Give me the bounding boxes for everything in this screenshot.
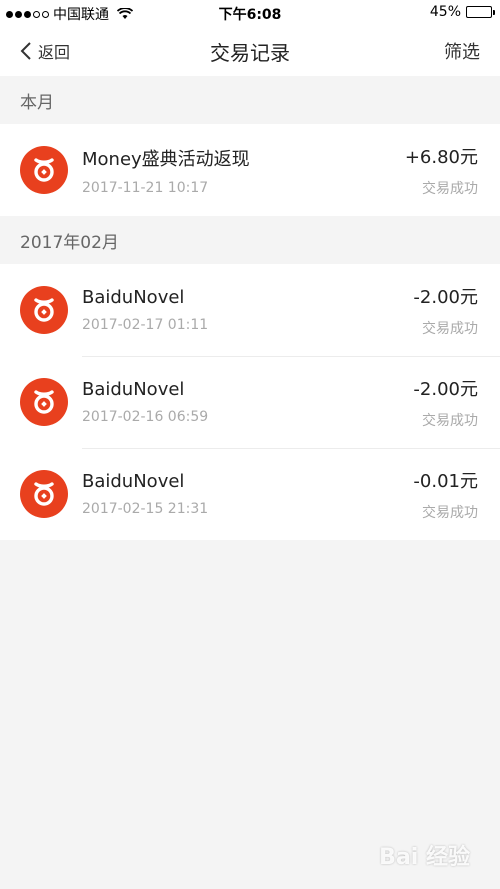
section-list: Money盛典活动返现 2017-11-21 10:17 +6.80元 交易成功 [0, 124, 500, 216]
status-bar: 中国联通 下午6:08 45% [0, 0, 500, 26]
baidu-wallet-logo-icon [34, 158, 54, 182]
transaction-row[interactable]: Money盛典活动返现 2017-11-21 10:17 +6.80元 交易成功 [0, 124, 500, 216]
baidu-wallet-logo-icon [34, 482, 54, 506]
row-main: BaiduNovel 2017-02-15 21:31 [82, 471, 413, 517]
section-header: 本月 [0, 76, 500, 124]
watermark: Bai 经验 [379, 845, 470, 870]
baidu-wallet-logo-icon [34, 298, 54, 322]
transaction-time: 2017-11-21 10:17 [82, 179, 209, 196]
status-time: 下午6:08 [218, 7, 282, 23]
transaction-status: 交易成功 [422, 320, 478, 337]
row-side: -2.00元 交易成功 [413, 375, 478, 430]
transaction-title: BaiduNovel [82, 379, 185, 400]
row-main: BaiduNovel 2017-02-17 01:11 [82, 287, 413, 333]
app-icon [20, 378, 68, 426]
transaction-time: 2017-02-16 06:59 [82, 409, 209, 425]
app-icon [20, 146, 68, 194]
status-right: 45% [429, 4, 495, 20]
row-side: -2.00元 交易成功 [413, 283, 478, 338]
transaction-amount: -2.00元 [413, 286, 478, 308]
row-main: BaiduNovel 2017-02-16 06:59 [82, 379, 413, 425]
transaction-status: 交易成功 [422, 412, 478, 429]
battery-icon [466, 6, 495, 18]
transaction-amount: -0.01元 [413, 470, 478, 492]
transaction-title: BaiduNovel [82, 287, 185, 308]
section-header: 2017年02月 [0, 216, 500, 264]
page-title: 交易记录 [210, 40, 290, 65]
chevron-left-icon [20, 42, 31, 60]
baidu-wallet-logo-icon [34, 390, 54, 414]
transaction-row[interactable]: BaiduNovel 2017-02-17 01:11 -2.00元 交易成功 [0, 264, 500, 356]
transaction-title: Money盛典活动返现 [82, 148, 250, 170]
transaction-title: BaiduNovel [82, 471, 185, 492]
app-icon [20, 286, 68, 334]
back-label: 返回 [38, 43, 71, 62]
transaction-row[interactable]: BaiduNovel 2017-02-15 21:31 -0.01元 交易成功 [0, 448, 500, 540]
transaction-status: 交易成功 [422, 504, 478, 521]
transaction-time: 2017-02-17 01:11 [82, 317, 209, 333]
transaction-amount: +6.80元 [404, 146, 478, 168]
transaction-status: 交易成功 [422, 180, 478, 197]
filter-button[interactable]: 筛选 [444, 26, 480, 76]
row-side: -0.01元 交易成功 [413, 467, 478, 522]
transaction-amount: -2.00元 [413, 378, 478, 400]
transaction-row[interactable]: BaiduNovel 2017-02-16 06:59 -2.00元 交易成功 [0, 356, 500, 448]
battery-percent: 45% [429, 4, 461, 20]
transaction-time: 2017-02-15 21:31 [82, 501, 209, 517]
app-icon [20, 470, 68, 518]
back-button[interactable]: 返回 [20, 26, 70, 76]
nav-bar: 返回 交易记录 筛选 [0, 26, 500, 76]
transaction-list: 本月 Money盛典活动返现 2017-11-21 10:17 +6.80元 交… [0, 76, 500, 540]
row-side: +6.80元 交易成功 [405, 143, 478, 198]
row-main: Money盛典活动返现 2017-11-21 10:17 [82, 145, 405, 196]
section-list: BaiduNovel 2017-02-17 01:11 -2.00元 交易成功 … [0, 264, 500, 540]
